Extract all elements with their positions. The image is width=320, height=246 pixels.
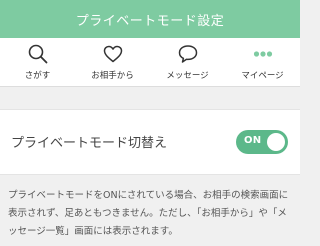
tab-from-partner-label: お相手から xyxy=(91,71,134,81)
private-mode-setting-row: プライベートモード切替え ON xyxy=(0,109,300,175)
private-mode-description: プライベートモードをONにされている場合、お相手の検索画面に表示されず、足あとも… xyxy=(8,190,289,237)
speech-bubble-icon xyxy=(176,43,200,65)
tab-from-partner[interactable]: お相手から xyxy=(75,38,150,86)
heart-icon xyxy=(101,43,125,65)
tab-search-label: さがす xyxy=(24,71,51,81)
tab-search[interactable]: さがす xyxy=(0,38,75,86)
tab-mypage-label: マイページ xyxy=(241,71,284,81)
tab-messages[interactable]: メッセージ xyxy=(150,38,225,86)
tab-mypage[interactable]: マイページ xyxy=(225,38,300,86)
tab-messages-label: メッセージ xyxy=(166,71,209,81)
toggle-state-label: ON xyxy=(244,135,262,146)
private-mode-label: プライベートモード切替え xyxy=(11,136,168,151)
header-bar: プライベートモード設定 xyxy=(0,0,300,38)
search-icon xyxy=(26,43,50,65)
page-title: プライベートモード設定 xyxy=(75,13,225,29)
section-gap xyxy=(0,87,300,109)
private-mode-toggle[interactable]: ON xyxy=(236,130,288,154)
more-dots-icon xyxy=(251,43,275,65)
tab-bar: さがす お相手から メッセージ マイページ xyxy=(0,38,300,87)
toggle-knob xyxy=(267,133,285,151)
